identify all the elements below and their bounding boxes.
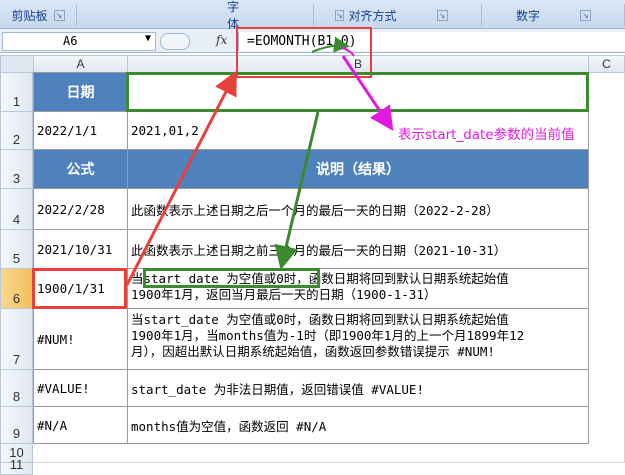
green-pointer xyxy=(311,36,350,53)
magenta-tick xyxy=(341,47,355,57)
annotation-label: 表示start_date参数的当前值 xyxy=(398,127,575,143)
annotation-arrows xyxy=(125,36,394,286)
magenta-arrow xyxy=(341,55,394,131)
red-arrow xyxy=(125,70,237,286)
green-arrow xyxy=(274,111,320,270)
